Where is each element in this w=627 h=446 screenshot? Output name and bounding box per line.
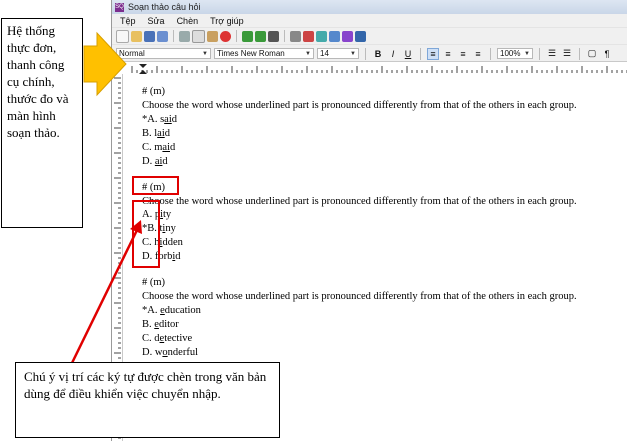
insert-image-icon[interactable] xyxy=(316,30,327,42)
zoom-value: 100% xyxy=(500,49,521,58)
answer-option: D. aid xyxy=(142,156,168,167)
toolbar-separator xyxy=(420,47,421,60)
chevron-down-icon: ▼ xyxy=(350,50,356,57)
horizontal-ruler[interactable] xyxy=(112,61,627,75)
format-toolbar: Normal ▼ Times New Roman ▼ 14 ▼ B I U ≡ ≡ ≡… xyxy=(112,44,627,62)
align-left-icon[interactable]: ≡ xyxy=(427,47,439,60)
paragraph-mark-icon[interactable]: ¶ xyxy=(601,48,613,60)
menu-file[interactable]: Tệp xyxy=(120,16,136,26)
find-icon[interactable] xyxy=(290,30,301,42)
marker-highlight-box xyxy=(132,176,179,195)
copy-icon[interactable] xyxy=(192,29,205,43)
font-select[interactable]: Times New Roman ▼ xyxy=(214,48,314,59)
italic-icon[interactable]: I xyxy=(387,48,399,60)
title-bar: SQ Soạn thảo câu hỏi xyxy=(112,0,627,14)
insert-symbol-icon[interactable] xyxy=(342,30,353,42)
app-icon: SQ xyxy=(115,2,124,12)
numbered-list-icon[interactable]: ☰ xyxy=(546,48,558,60)
font-value: Times New Roman xyxy=(217,49,285,58)
answer-option: C. maid xyxy=(142,142,176,153)
border-icon[interactable]: ▢ xyxy=(586,48,598,60)
style-value: Normal xyxy=(119,49,145,58)
options-highlight-box xyxy=(132,200,160,268)
window-title: Soạn thảo câu hỏi xyxy=(128,2,201,12)
style-select[interactable]: Normal ▼ xyxy=(116,48,211,59)
menu-insert[interactable]: Chèn xyxy=(177,16,199,26)
align-justify-icon[interactable]: ≡ xyxy=(472,48,484,60)
word-export-icon[interactable] xyxy=(355,30,366,42)
question-marker: # (m) xyxy=(142,277,166,288)
save-all-icon[interactable] xyxy=(157,30,168,42)
toolbar-separator xyxy=(579,47,580,60)
chevron-down-icon: ▼ xyxy=(202,50,208,57)
font-size-value: 14 xyxy=(320,49,329,58)
bold-icon[interactable]: B xyxy=(372,48,384,60)
font-size-select[interactable]: 14 ▼ xyxy=(317,48,359,59)
underline-icon[interactable]: U xyxy=(402,48,414,60)
answer-option: B. editor xyxy=(142,319,179,330)
answer-option: *A. said xyxy=(142,114,177,125)
toolbar-separator xyxy=(539,47,540,60)
menu-help[interactable]: Trợ giúp xyxy=(210,16,244,26)
toolbar-separator xyxy=(365,47,366,60)
question-stem: Choose the word whose underlined part is… xyxy=(142,196,577,207)
callout-top: Hệ thống thực đơn, thanh công cụ chính, … xyxy=(1,18,83,228)
align-right-icon[interactable]: ≡ xyxy=(457,48,469,60)
question-marker: # (m) xyxy=(142,86,166,97)
toolbar-separator xyxy=(236,30,237,42)
open-icon[interactable] xyxy=(131,30,142,42)
answer-option: D. wonderful xyxy=(142,347,198,358)
undo-icon[interactable] xyxy=(242,30,253,42)
callout-bottom: Chú ý vị trí các ký tự được chèn trong v… xyxy=(15,362,280,438)
insert-question-icon[interactable] xyxy=(303,30,314,42)
insert-table-icon[interactable] xyxy=(329,30,340,42)
toolbar-separator xyxy=(490,47,491,60)
toolbar-separator xyxy=(284,30,285,42)
align-center-icon[interactable]: ≡ xyxy=(442,48,454,60)
question-stem: Choose the word whose underlined part is… xyxy=(142,291,577,302)
save-icon[interactable] xyxy=(144,30,155,42)
toolbar-separator xyxy=(173,30,174,42)
callout-top-text: Hệ thống thực đơn, thanh công cụ chính, … xyxy=(7,23,69,140)
chevron-down-icon: ▼ xyxy=(305,50,311,57)
main-toolbar xyxy=(112,27,627,44)
answer-option: *A. education xyxy=(142,305,201,316)
paste-icon[interactable] xyxy=(207,30,218,42)
menu-bar: Tệp Sửa Chèn Trợ giúp xyxy=(112,14,627,27)
menu-edit[interactable]: Sửa xyxy=(148,16,165,26)
first-line-indent-marker[interactable] xyxy=(139,64,147,68)
question-stem: Choose the word whose underlined part is… xyxy=(142,100,577,111)
print-icon[interactable] xyxy=(268,30,279,42)
answer-option: C. detective xyxy=(142,333,193,344)
delete-icon[interactable] xyxy=(220,30,231,42)
bullet-list-icon[interactable]: ☰ xyxy=(561,48,573,60)
cut-icon[interactable] xyxy=(179,30,190,42)
chevron-down-icon: ▼ xyxy=(524,50,530,57)
callout-bottom-text: Chú ý vị trí các ký tự được chèn trong v… xyxy=(24,369,267,401)
zoom-select[interactable]: 100% ▼ xyxy=(497,48,533,59)
new-icon[interactable] xyxy=(116,29,129,43)
redo-icon[interactable] xyxy=(255,30,266,42)
answer-option: B. laid xyxy=(142,128,170,139)
